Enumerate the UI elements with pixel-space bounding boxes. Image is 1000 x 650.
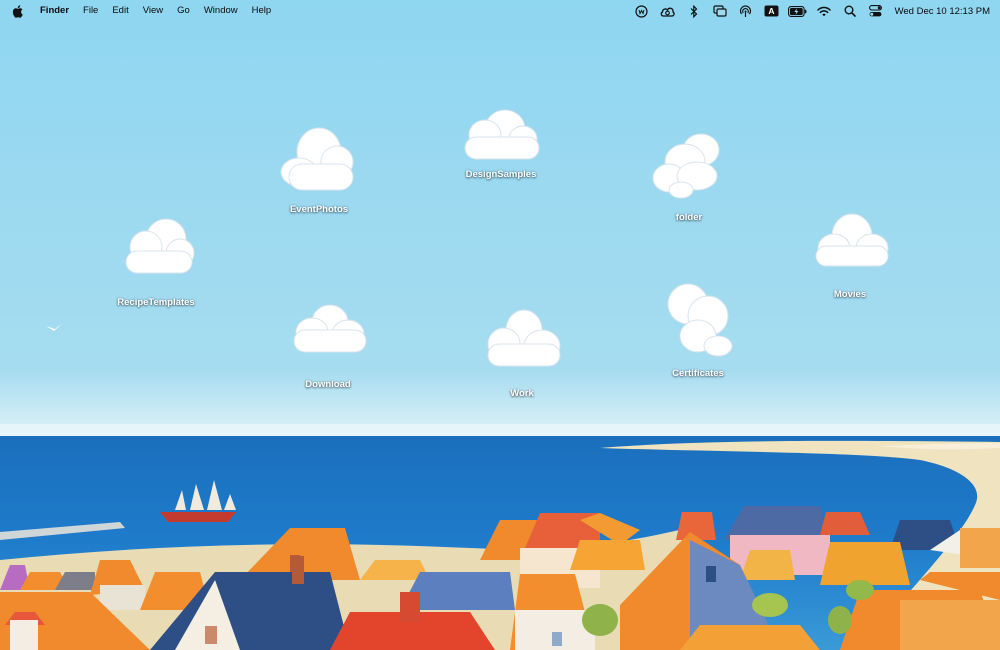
menu-window[interactable]: Window xyxy=(197,0,245,22)
folder-icon xyxy=(464,109,540,160)
desktop-icon-label: Certificates xyxy=(672,368,724,379)
menu-bar-status: A Wed Dec 10 12:13 PM xyxy=(629,0,1000,22)
menu-bar-clock[interactable]: Wed Dec 10 12:13 PM xyxy=(895,6,990,17)
folder-icon xyxy=(280,127,354,191)
wifi-icon[interactable] xyxy=(813,0,835,22)
input-source-icon[interactable]: A xyxy=(761,0,783,22)
control-center-icon[interactable] xyxy=(865,0,887,22)
desktop-icon-label: Work xyxy=(510,388,534,399)
input-source-letter: A xyxy=(769,6,775,16)
creative-cloud-icon[interactable] xyxy=(657,0,679,22)
desktop-icon-folder[interactable]: folder xyxy=(629,128,749,223)
apple-logo-icon[interactable] xyxy=(10,4,24,18)
desktop-icon-label: DesignSamples xyxy=(465,169,537,180)
menu-bar-left: Finder File Edit View Go Window Help xyxy=(0,0,278,22)
desktop-icon-movies[interactable]: Movies xyxy=(790,210,910,300)
folder-icon xyxy=(487,309,561,367)
desktop[interactable]: Finder File Edit View Go Window Help A W… xyxy=(0,0,1000,650)
desktop-icon-recipetemplates[interactable]: RecipeTemplates xyxy=(96,213,216,308)
screen-mirroring-icon[interactable] xyxy=(709,0,731,22)
menu-edit[interactable]: Edit xyxy=(105,0,135,22)
desktop-icon-label: Movies xyxy=(833,289,867,300)
menu-help[interactable]: Help xyxy=(245,0,279,22)
airdrop-icon[interactable] xyxy=(735,0,757,22)
desktop-icon-designsamples[interactable]: DesignSamples xyxy=(441,105,561,180)
desktop-icon-label: folder xyxy=(675,212,703,223)
folder-icon xyxy=(125,218,195,274)
bluetooth-icon[interactable] xyxy=(683,0,705,22)
weather-widget-icon[interactable] xyxy=(631,0,653,22)
folder-icon xyxy=(815,213,889,267)
menu-app-finder[interactable]: Finder xyxy=(36,0,76,22)
menu-file[interactable]: File xyxy=(76,0,105,22)
menu-bar: Finder File Edit View Go Window Help A W… xyxy=(0,0,1000,22)
folder-icon xyxy=(667,283,733,357)
desktop-icon-label: EventPhotos xyxy=(289,204,349,215)
desktop-icon-work[interactable]: Work xyxy=(462,304,582,399)
battery-charging-icon[interactable] xyxy=(787,0,809,22)
desktop-icon-eventphotos[interactable]: EventPhotos xyxy=(259,120,379,215)
folder-icon xyxy=(293,304,367,353)
desktop-icon-label: RecipeTemplates xyxy=(117,297,195,308)
spotlight-search-icon[interactable] xyxy=(839,0,861,22)
desktop-icon-certificates[interactable]: Certificates xyxy=(638,280,758,379)
folder-icon xyxy=(652,133,720,199)
desktop-icon-download[interactable]: Download xyxy=(268,300,388,390)
menu-go[interactable]: Go xyxy=(170,0,197,22)
desktop-icon-label: Download xyxy=(305,379,351,390)
menu-view[interactable]: View xyxy=(136,0,170,22)
